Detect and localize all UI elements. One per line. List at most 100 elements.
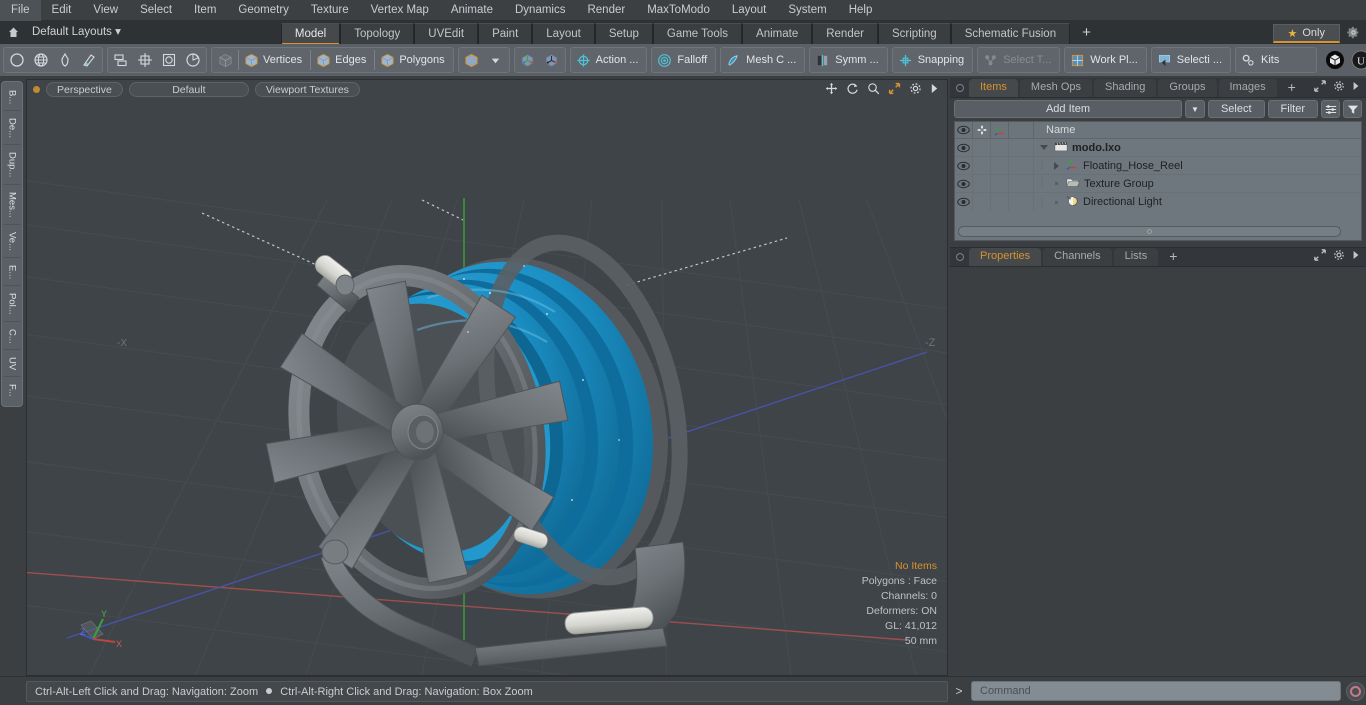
items-horizontal-scrollbar[interactable] bbox=[958, 226, 1341, 237]
mode-vertices-button[interactable]: Vertices bbox=[240, 48, 309, 72]
move-icon[interactable] bbox=[825, 82, 838, 97]
kits-button[interactable]: Kits bbox=[1235, 47, 1318, 73]
chevron-right-icon[interactable] bbox=[1352, 250, 1360, 263]
home-icon[interactable] bbox=[0, 21, 26, 44]
table-row[interactable]: ┊ Floating_Hose_Reel bbox=[955, 156, 1361, 175]
panel-tab-mesh-ops[interactable]: Mesh Ops bbox=[1019, 79, 1093, 97]
menu-item-maxtomodo[interactable]: MaxToModo bbox=[636, 0, 721, 21]
menu-item-file[interactable]: File bbox=[0, 0, 41, 21]
action-center-button[interactable]: Action ... bbox=[569, 47, 648, 73]
only-toggle-button[interactable]: ★ Only bbox=[1272, 24, 1340, 43]
cube-dark-icon[interactable] bbox=[213, 48, 237, 72]
select-through-button[interactable]: Select T... bbox=[977, 47, 1061, 73]
panel-menu-dot[interactable] bbox=[956, 84, 964, 92]
center-icon[interactable] bbox=[133, 48, 157, 72]
tab-animate[interactable]: Animate bbox=[742, 23, 813, 44]
expand-icon[interactable] bbox=[1314, 249, 1326, 264]
expander-down-icon[interactable] bbox=[1038, 145, 1050, 150]
vtab-duplicate[interactable]: Dup... bbox=[3, 146, 21, 185]
menu-item-vertex-map[interactable]: Vertex Map bbox=[360, 0, 440, 21]
menu-item-help[interactable]: Help bbox=[838, 0, 884, 21]
square-icon[interactable] bbox=[157, 48, 181, 72]
row-name-mesh[interactable]: ┊ Floating_Hose_Reel bbox=[1034, 158, 1361, 173]
panel-tab-lists[interactable]: Lists bbox=[1113, 248, 1159, 266]
vtab-polygon[interactable]: Pol... bbox=[3, 287, 21, 322]
falloff-button[interactable]: Falloff bbox=[651, 47, 717, 73]
cube-items-icon[interactable] bbox=[460, 48, 484, 72]
items-list[interactable]: Name modo.lxo ┊ Floating_Hose_Reel ┊ Tex… bbox=[954, 121, 1362, 241]
panel-add-tab-button[interactable]: + bbox=[1279, 79, 1305, 97]
zoom-icon[interactable] bbox=[867, 82, 880, 97]
align-icon[interactable] bbox=[109, 48, 133, 72]
menu-item-geometry[interactable]: Geometry bbox=[227, 0, 300, 21]
add-item-button[interactable]: Add Item bbox=[954, 100, 1182, 118]
row-visibility-toggle[interactable] bbox=[955, 174, 973, 193]
row-name-texture-group[interactable]: ┊ Texture Group bbox=[1034, 177, 1361, 191]
record-icon[interactable] bbox=[1346, 681, 1365, 701]
tab-paint[interactable]: Paint bbox=[478, 23, 533, 44]
viewport-camera-dropdown[interactable]: Perspective bbox=[46, 82, 123, 97]
filter-button[interactable]: Filter bbox=[1267, 100, 1318, 118]
globe-icon[interactable] bbox=[29, 48, 53, 72]
row-name-scene[interactable]: modo.lxo bbox=[1034, 141, 1361, 155]
mesh-constraint-button[interactable]: Mesh C ... bbox=[720, 47, 806, 73]
paint-icon[interactable] bbox=[77, 48, 101, 72]
panel-tab-images[interactable]: Images bbox=[1218, 79, 1277, 97]
panel-tab-channels[interactable]: Channels bbox=[1043, 248, 1112, 266]
tab-render[interactable]: Render bbox=[812, 23, 878, 44]
modo-bridge-icon[interactable] bbox=[1322, 48, 1348, 72]
list-options-icon[interactable] bbox=[1321, 100, 1340, 118]
gear-icon[interactable] bbox=[1340, 21, 1366, 44]
tab-topology[interactable]: Topology bbox=[340, 23, 415, 44]
circle-icon[interactable] bbox=[5, 48, 29, 72]
default-layouts-dropdown[interactable]: Default Layouts ▾ bbox=[26, 21, 129, 44]
chevron-right-icon[interactable] bbox=[1352, 81, 1360, 94]
row-lock-toggle[interactable] bbox=[973, 193, 991, 211]
row-lock-toggle[interactable] bbox=[973, 138, 991, 157]
axis-view-alt-icon[interactable] bbox=[540, 48, 564, 72]
mode-polygons-button[interactable]: Polygons bbox=[376, 48, 451, 72]
pen-icon[interactable] bbox=[53, 48, 77, 72]
rotate-icon[interactable] bbox=[846, 82, 859, 97]
menu-item-animate[interactable]: Animate bbox=[440, 0, 504, 21]
fit-icon[interactable] bbox=[888, 82, 901, 97]
row-visibility-toggle[interactable] bbox=[955, 193, 973, 211]
command-input[interactable] bbox=[971, 681, 1341, 701]
properties-menu-dot[interactable] bbox=[956, 253, 964, 261]
unreal-engine-icon[interactable]: U bbox=[1348, 48, 1366, 72]
tab-model[interactable]: Model bbox=[280, 23, 341, 45]
row-name-light[interactable]: ┊ Directional Light bbox=[1034, 195, 1361, 210]
scrollbar-thumb[interactable] bbox=[959, 227, 1340, 236]
vtab-fusion[interactable]: F... bbox=[3, 378, 21, 403]
panel-tab-items[interactable]: Items bbox=[969, 79, 1018, 97]
menu-item-view[interactable]: View bbox=[82, 0, 129, 21]
selection-set-button[interactable]: Selecti ... bbox=[1150, 47, 1232, 73]
tab-uvedit[interactable]: UVEdit bbox=[414, 23, 479, 44]
viewport-axis-gizmo[interactable]: Y X Z bbox=[75, 601, 133, 659]
tab-game-tools[interactable]: Game Tools bbox=[652, 23, 743, 44]
vtab-vertex[interactable]: Ve... bbox=[3, 226, 21, 258]
chevron-down-icon[interactable] bbox=[484, 48, 508, 72]
snapping-button[interactable]: Snapping bbox=[891, 47, 974, 73]
row-transform-toggle[interactable] bbox=[991, 174, 1009, 193]
vtab-curve[interactable]: C... bbox=[3, 323, 21, 351]
vtab-basic[interactable]: B... bbox=[3, 84, 21, 112]
tab-layout[interactable]: Layout bbox=[532, 23, 595, 44]
menu-item-dynamics[interactable]: Dynamics bbox=[504, 0, 576, 21]
row-transform-toggle[interactable] bbox=[991, 156, 1009, 175]
menu-item-select[interactable]: Select bbox=[129, 0, 183, 21]
add-tab-button[interactable]: + bbox=[1070, 23, 1103, 44]
vtab-edge[interactable]: E... bbox=[3, 259, 21, 286]
3d-viewport[interactable]: -X -Z Perspective Default Viewport Textu… bbox=[26, 79, 948, 676]
row-transform-toggle[interactable] bbox=[991, 193, 1009, 211]
expander-right-icon[interactable] bbox=[1050, 161, 1062, 170]
row-visibility-toggle[interactable] bbox=[955, 138, 973, 157]
row-lock-toggle[interactable] bbox=[973, 156, 991, 175]
vtab-mesh-edit[interactable]: Mes... bbox=[3, 186, 21, 225]
select-button[interactable]: Select bbox=[1207, 100, 1265, 118]
menu-item-edit[interactable]: Edit bbox=[41, 0, 83, 21]
viewport-style-dropdown[interactable]: Default bbox=[128, 82, 249, 97]
table-row[interactable]: ┊ Texture Group bbox=[955, 174, 1361, 193]
expand-icon[interactable] bbox=[1314, 80, 1326, 95]
gear-icon[interactable] bbox=[909, 82, 922, 97]
